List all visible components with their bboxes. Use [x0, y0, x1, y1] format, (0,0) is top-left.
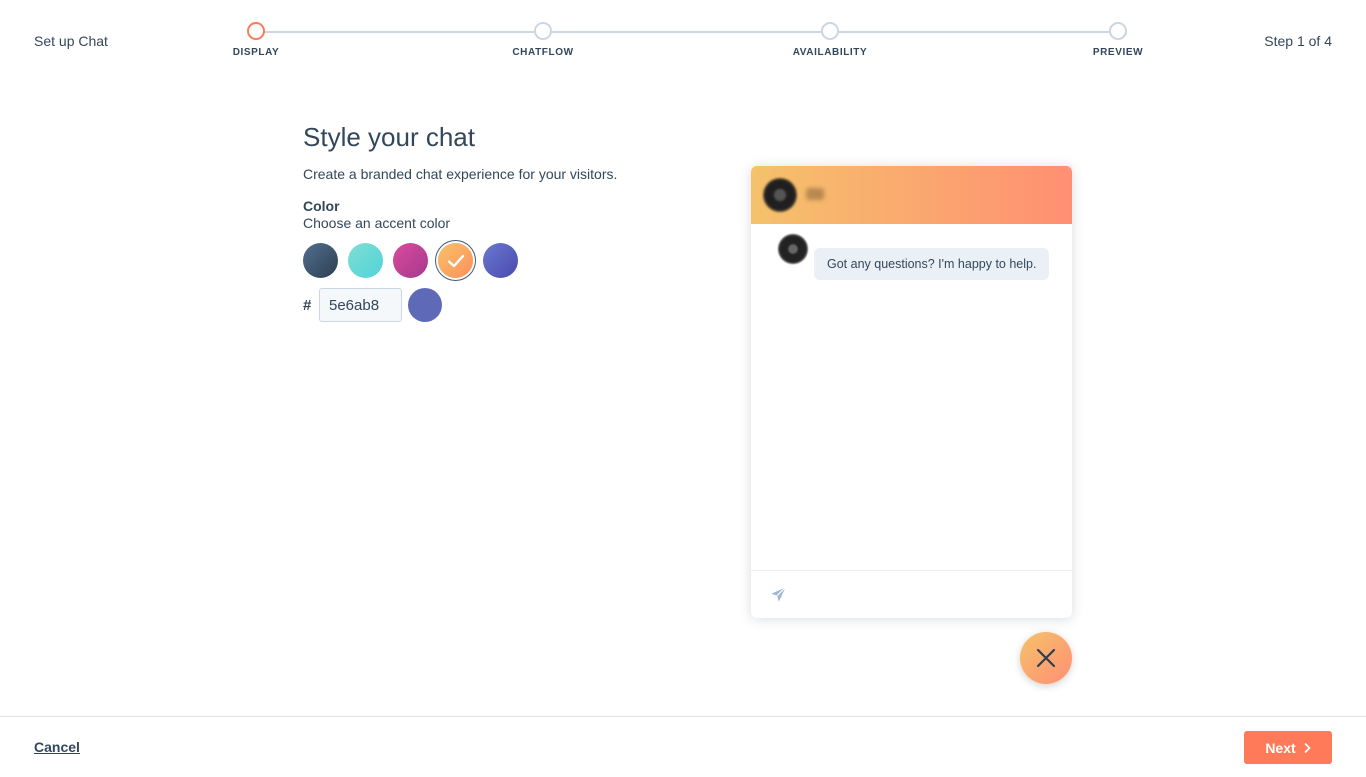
chat-preview-window: Got any questions? I'm happy to help. [751, 166, 1072, 618]
color-swatch-orange[interactable] [438, 243, 473, 278]
chat-preview-footer [751, 570, 1072, 618]
progress-stepper: DISPLAY CHATFLOW AVAILABILITY PREVIEW [233, 22, 1143, 62]
close-icon [1036, 648, 1056, 668]
step-label: PREVIEW [1092, 47, 1144, 58]
step-dot [821, 22, 839, 40]
step-availability[interactable]: AVAILABILITY [750, 22, 910, 58]
avatar [763, 178, 797, 212]
welcome-message: Got any questions? I'm happy to help. [814, 248, 1050, 280]
step-dot [534, 22, 552, 40]
step-counter: Step 1 of 4 [1264, 33, 1332, 49]
color-label: Color [303, 198, 340, 214]
color-swatch-magenta[interactable] [393, 243, 428, 278]
color-description: Choose an accent color [303, 215, 451, 231]
step-preview[interactable]: PREVIEW [1038, 22, 1198, 58]
step-display[interactable]: DISPLAY [176, 22, 336, 58]
page-title: Style your chat [303, 122, 475, 152]
color-swatches [303, 243, 518, 278]
cancel-button[interactable]: Cancel [34, 739, 80, 755]
color-swatch-navy[interactable] [303, 243, 338, 278]
step-dot [247, 22, 265, 40]
checkmark-icon [447, 254, 465, 268]
next-button-label: Next [1265, 739, 1296, 756]
step-dot [1109, 22, 1127, 40]
chat-header-name [806, 188, 824, 200]
next-button[interactable]: Next [1244, 731, 1332, 764]
step-chatflow[interactable]: CHATFLOW [463, 22, 623, 58]
color-swatch-teal[interactable] [348, 243, 383, 278]
app-title: Set up Chat [34, 33, 108, 49]
step-label: CHATFLOW [512, 47, 574, 58]
step-label: DISPLAY [232, 47, 280, 58]
page-subtitle: Create a branded chat experience for you… [303, 166, 618, 182]
paper-plane-icon [771, 587, 786, 602]
chat-launcher[interactable] [1020, 632, 1072, 684]
color-swatch-indigo[interactable] [483, 243, 518, 278]
message-avatar [778, 234, 808, 264]
chat-preview-header [751, 166, 1072, 224]
hex-color-input[interactable] [319, 288, 402, 322]
step-label: AVAILABILITY [792, 47, 868, 58]
stepper-line [256, 31, 1118, 33]
hash-symbol: # [303, 297, 312, 314]
custom-color-preview[interactable] [408, 288, 442, 322]
footer-bar: Cancel Next [0, 716, 1366, 777]
chevron-right-icon [1304, 742, 1310, 753]
